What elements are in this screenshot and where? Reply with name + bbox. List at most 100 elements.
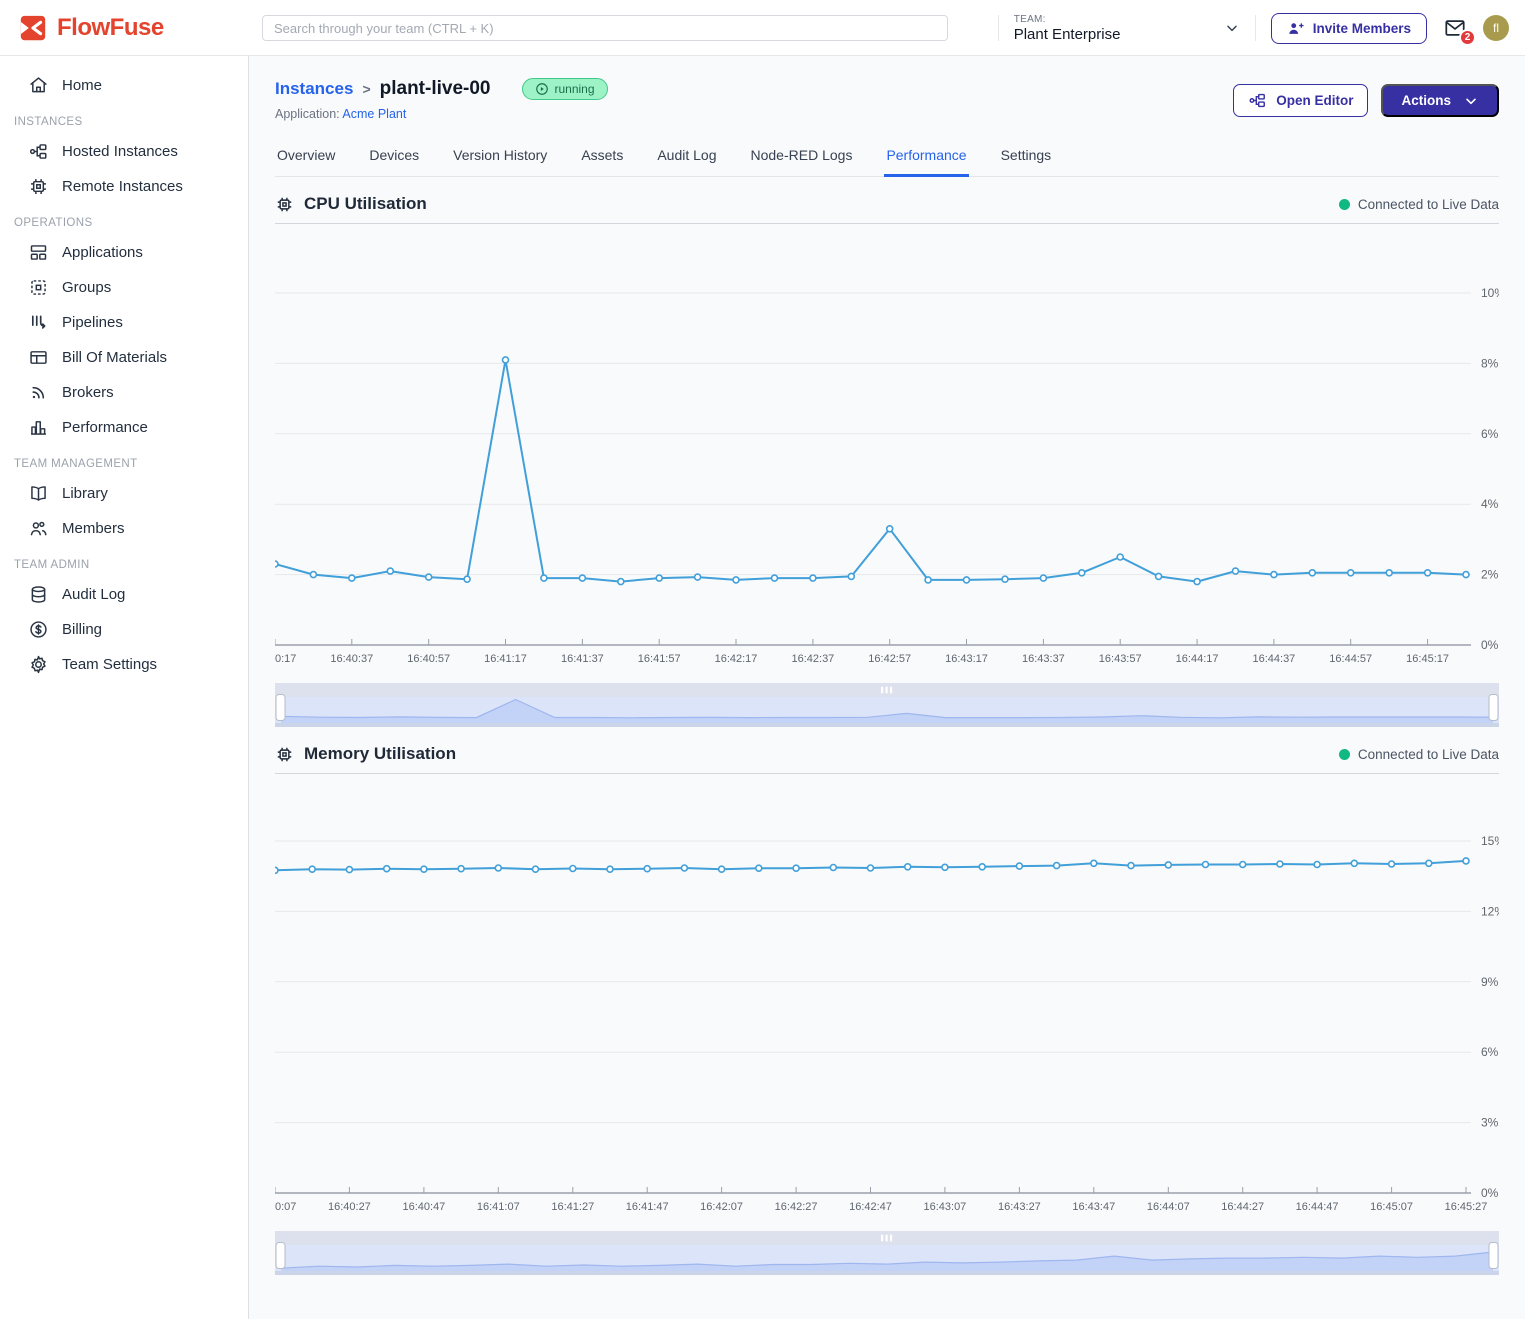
sidebar-item-brokers[interactable]: Brokers: [0, 375, 248, 410]
tab-overview[interactable]: Overview: [275, 141, 337, 177]
editor-node-icon: [1248, 91, 1267, 110]
sidebar-item-home[interactable]: Home: [0, 68, 248, 103]
svg-text:12%: 12%: [1481, 904, 1499, 918]
team-name: Plant Enterprise: [1014, 26, 1214, 43]
tab-devices[interactable]: Devices: [367, 141, 421, 177]
sidebar-item-hosted-instances[interactable]: Hosted Instances: [0, 134, 248, 169]
svg-text:16:45:17: 16:45:17: [1406, 653, 1449, 665]
svg-text:16:44:07: 16:44:07: [1147, 1201, 1190, 1213]
actions-button[interactable]: Actions: [1381, 84, 1499, 117]
cpu-section-title: CPU Utilisation: [304, 194, 427, 214]
sidebar-item-label: Pipelines: [62, 314, 123, 331]
svg-text:16:42:27: 16:42:27: [775, 1201, 818, 1213]
sidebar-item-groups[interactable]: Groups: [0, 270, 248, 305]
svg-text:16:40:57: 16:40:57: [407, 653, 450, 665]
sidebar-item-label: Team Settings: [62, 656, 157, 673]
divider: [998, 15, 999, 41]
svg-text:16:43:07: 16:43:07: [923, 1201, 966, 1213]
cpu-icon: [275, 195, 294, 214]
memory-utilisation-chart: 0%3%6%9%12%15%0:0716:40:2716:40:4716:41:…: [275, 778, 1499, 1222]
notifications-mail-icon[interactable]: 2: [1442, 17, 1468, 39]
svg-text:16:41:07: 16:41:07: [477, 1201, 520, 1213]
sidebar-item-remote-instances[interactable]: Remote Instances: [0, 169, 248, 204]
logo-text: FlowFuse: [57, 14, 164, 42]
instance-tabs: Overview Devices Version History Assets Audi…: [275, 141, 1499, 177]
svg-text:16:42:47: 16:42:47: [849, 1201, 892, 1213]
sidebar-item-label: Library: [62, 485, 108, 502]
sidebar-item-pipelines[interactable]: Pipelines: [0, 305, 248, 340]
svg-text:8%: 8%: [1481, 356, 1499, 370]
status-badge-label: running: [555, 82, 595, 96]
svg-text:0%: 0%: [1481, 638, 1499, 652]
sidebar-item-label: Remote Instances: [62, 178, 183, 195]
svg-text:16:42:37: 16:42:37: [791, 653, 834, 665]
sidebar-item-members[interactable]: Members: [0, 511, 248, 546]
sidebar-item-applications[interactable]: Applications: [0, 235, 248, 270]
divider: [1255, 15, 1256, 41]
breadcrumb-instances-link[interactable]: Instances: [275, 79, 353, 99]
sidebar-navigation: Home INSTANCES Hosted Instances Remote Inst…: [0, 56, 249, 1319]
invite-members-button[interactable]: Invite Members: [1271, 13, 1427, 44]
flowfuse-logo-icon: [18, 13, 48, 43]
team-label: TEAM:: [1014, 14, 1214, 25]
sidebar-item-label: Audit Log: [62, 586, 125, 603]
open-editor-button[interactable]: Open Editor: [1233, 84, 1368, 117]
svg-text:16:41:57: 16:41:57: [638, 653, 681, 665]
svg-text:16:40:47: 16:40:47: [402, 1201, 445, 1213]
cpu-section-header: CPU Utilisation Connected to Live Data: [275, 194, 1499, 224]
svg-text:16:44:17: 16:44:17: [1176, 653, 1219, 665]
search-input[interactable]: [262, 15, 948, 41]
breadcrumb-separator: >: [362, 81, 370, 97]
tab-node-red-logs[interactable]: Node-RED Logs: [749, 141, 855, 177]
sidebar-item-label: Hosted Instances: [62, 143, 178, 160]
live-status-dot-icon: [1339, 199, 1350, 210]
tab-audit-log[interactable]: Audit Log: [655, 141, 718, 177]
sidebar-item-label: Home: [62, 77, 102, 94]
memory-chart-range-brush[interactable]: [275, 1231, 1499, 1275]
sidebar-section-team-management: TEAM MANAGEMENT: [0, 458, 248, 470]
applications-icon: [28, 242, 49, 263]
tab-settings[interactable]: Settings: [999, 141, 1054, 177]
svg-text:16:41:37: 16:41:37: [561, 653, 604, 665]
sidebar-item-label: Groups: [62, 279, 111, 296]
tab-version-history[interactable]: Version History: [451, 141, 549, 177]
actions-label: Actions: [1401, 93, 1451, 108]
memory-live-status-label: Connected to Live Data: [1358, 747, 1499, 762]
svg-text:16:44:47: 16:44:47: [1296, 1201, 1339, 1213]
notification-count-badge: 2: [1459, 29, 1476, 46]
svg-text:6%: 6%: [1481, 427, 1499, 441]
flowfuse-logo[interactable]: FlowFuse: [18, 0, 164, 56]
svg-text:16:41:47: 16:41:47: [626, 1201, 669, 1213]
sidebar-section-operations: OPERATIONS: [0, 217, 248, 229]
sidebar-section-instances: INSTANCES: [0, 116, 248, 128]
tab-performance[interactable]: Performance: [884, 141, 968, 177]
play-circle-icon: [535, 82, 549, 96]
status-badge: running: [522, 78, 608, 100]
bill-of-materials-icon: [28, 347, 49, 368]
top-navigation-bar: FlowFuse TEAM: Plant Enterprise Invite M…: [0, 0, 1525, 56]
sidebar-item-label: Applications: [62, 244, 143, 261]
tab-assets[interactable]: Assets: [579, 141, 625, 177]
sidebar-item-bill-of-materials[interactable]: Bill Of Materials: [0, 340, 248, 375]
sidebar-item-library[interactable]: Library: [0, 476, 248, 511]
cpu-live-status-label: Connected to Live Data: [1358, 197, 1499, 212]
sidebar-item-billing[interactable]: Billing: [0, 612, 248, 647]
svg-text:6%: 6%: [1481, 1045, 1499, 1059]
svg-text:16:44:27: 16:44:27: [1221, 1201, 1264, 1213]
sidebar-item-audit-log[interactable]: Audit Log: [0, 577, 248, 612]
team-selector[interactable]: TEAM: Plant Enterprise: [1014, 14, 1240, 43]
sidebar-item-label: Billing: [62, 621, 102, 638]
pipelines-icon: [28, 312, 49, 333]
sidebar-item-label: Members: [62, 520, 125, 537]
application-link[interactable]: Acme Plant: [342, 107, 406, 121]
svg-text:16:41:27: 16:41:27: [551, 1201, 594, 1213]
user-avatar[interactable]: fl: [1483, 15, 1509, 41]
svg-text:16:43:17: 16:43:17: [945, 653, 988, 665]
sidebar-item-team-settings[interactable]: Team Settings: [0, 647, 248, 682]
audit-log-icon: [28, 584, 49, 605]
settings-icon: [28, 654, 49, 675]
chevron-down-icon: [1224, 20, 1240, 36]
sidebar-item-performance[interactable]: Performance: [0, 410, 248, 445]
sidebar-item-label: Bill Of Materials: [62, 349, 167, 366]
cpu-chart-range-brush[interactable]: [275, 683, 1499, 727]
